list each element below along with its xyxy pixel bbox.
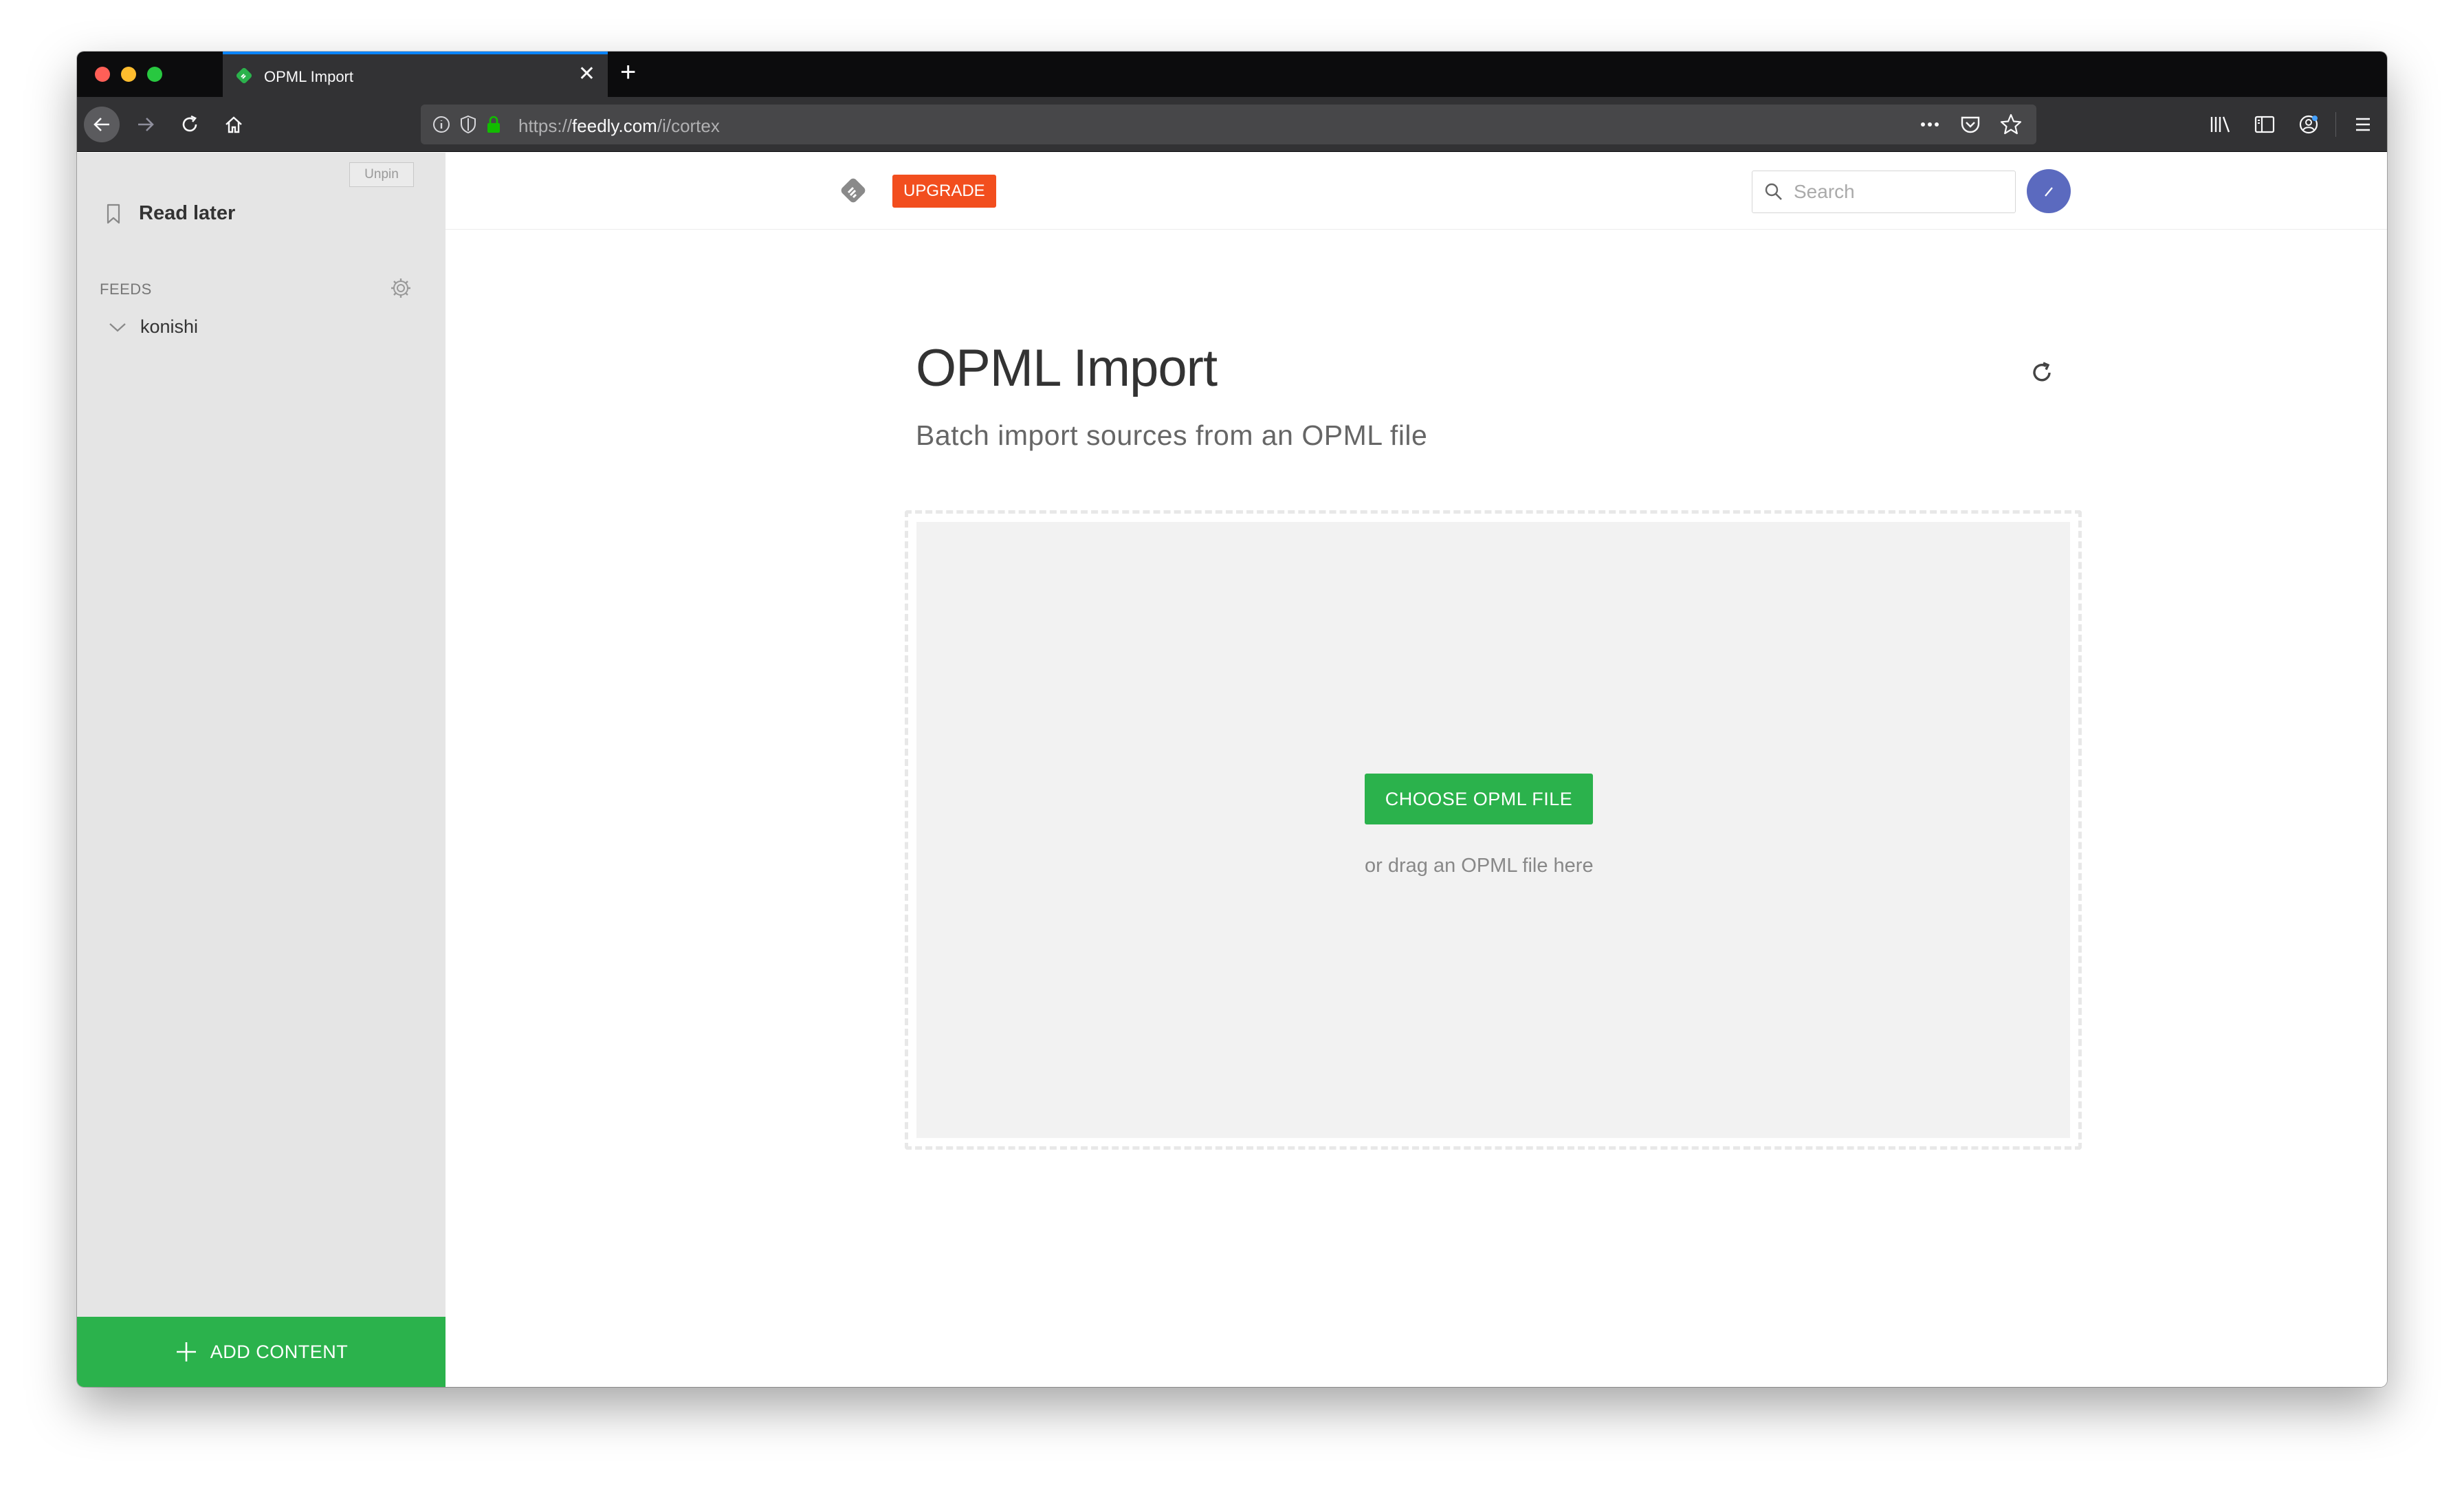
sidebar-icon bbox=[2254, 116, 2275, 133]
main-panel: UPGRADE OPML Import Batch import sources… bbox=[446, 153, 2387, 1387]
reload-button[interactable] bbox=[172, 107, 208, 142]
drag-hint: or drag an OPML file here bbox=[1365, 855, 1594, 877]
reload-icon bbox=[182, 115, 197, 132]
page-actions-icon[interactable] bbox=[1918, 113, 1942, 136]
pocket-icon[interactable] bbox=[1959, 113, 1981, 135]
maximize-window-button[interactable] bbox=[147, 67, 162, 82]
feedly-icon bbox=[235, 67, 253, 85]
sidebar: Unpin Read later FEEDS konishi ADD CONTE… bbox=[77, 153, 446, 1387]
url-scheme: https:// bbox=[518, 116, 573, 136]
account-icon bbox=[2299, 115, 2318, 134]
navigation-toolbar: https://feedly.com/i/cortex bbox=[77, 97, 2387, 152]
tracking-shield-icon[interactable] bbox=[459, 115, 477, 134]
feed-label: konishi bbox=[140, 316, 199, 337]
search-input[interactable] bbox=[1794, 181, 2000, 203]
close-window-button[interactable] bbox=[95, 67, 110, 82]
sidebar-item-konishi[interactable]: konishi bbox=[107, 316, 198, 338]
account-button[interactable] bbox=[2291, 107, 2326, 142]
back-button[interactable] bbox=[84, 107, 120, 142]
choose-opml-file-button[interactable]: CHOOSE OPML FILE bbox=[1365, 774, 1593, 824]
browser-tab[interactable]: OPML Import ✕ bbox=[223, 52, 608, 97]
minimize-window-button[interactable] bbox=[121, 67, 136, 82]
url-text: https://feedly.com/i/cortex bbox=[518, 116, 720, 137]
drop-zone-area[interactable]: CHOOSE OPML FILE or drag an OPML file he… bbox=[916, 522, 2070, 1138]
tab-title: OPML Import bbox=[264, 68, 353, 85]
bookmark-icon bbox=[107, 204, 120, 223]
star-bookmark-icon[interactable] bbox=[1999, 113, 2023, 136]
url-host: feedly.com bbox=[572, 116, 657, 136]
hamburger-menu-icon bbox=[2356, 118, 2370, 131]
add-content-button[interactable]: ADD CONTENT bbox=[77, 1317, 446, 1387]
back-arrow-icon bbox=[94, 118, 109, 131]
gear-icon[interactable] bbox=[389, 276, 412, 303]
page-content: Unpin Read later FEEDS konishi ADD CONTE… bbox=[77, 153, 2387, 1387]
search-field[interactable] bbox=[1752, 171, 2016, 213]
forward-button[interactable] bbox=[128, 107, 164, 142]
toolbar-separator bbox=[2335, 112, 2336, 137]
refresh-icon[interactable] bbox=[2028, 359, 2056, 390]
unpin-button[interactable]: Unpin bbox=[349, 162, 414, 187]
new-tab-icon[interactable]: + bbox=[620, 58, 636, 86]
library-button[interactable] bbox=[2203, 107, 2238, 142]
forward-arrow-icon bbox=[138, 118, 154, 131]
menu-button[interactable] bbox=[2346, 107, 2380, 142]
browser-window: OPML Import ✕ + https://feedly.com/i/cor… bbox=[77, 52, 2387, 1387]
lock-icon[interactable] bbox=[485, 115, 502, 134]
search-icon bbox=[1765, 183, 1782, 200]
page-title: OPML Import bbox=[916, 339, 1218, 397]
plus-icon bbox=[176, 1342, 196, 1361]
read-later-label: Read later bbox=[139, 202, 236, 224]
info-icon[interactable] bbox=[432, 115, 451, 134]
tab-strip: OPML Import ✕ + bbox=[77, 52, 2387, 97]
library-icon bbox=[2210, 116, 2230, 133]
sidebar-toggle-button[interactable] bbox=[2247, 107, 2282, 142]
home-icon bbox=[226, 116, 242, 133]
url-path: /i/cortex bbox=[657, 116, 720, 136]
feeds-header: FEEDS bbox=[100, 281, 152, 298]
page-subtitle: Batch import sources from an OPML file bbox=[916, 419, 1428, 451]
home-button[interactable] bbox=[216, 107, 252, 142]
address-bar[interactable]: https://feedly.com/i/cortex bbox=[421, 105, 2036, 144]
sidebar-item-read-later[interactable]: Read later bbox=[104, 202, 235, 225]
add-content-label: ADD CONTENT bbox=[210, 1341, 349, 1362]
user-avatar-icon bbox=[2045, 187, 2053, 197]
opml-drop-zone[interactable]: CHOOSE OPML FILE or drag an OPML file he… bbox=[905, 510, 2082, 1150]
avatar[interactable] bbox=[2027, 169, 2071, 213]
upgrade-button[interactable]: UPGRADE bbox=[892, 175, 996, 208]
top-bar: UPGRADE bbox=[446, 153, 2387, 230]
chevron-down-icon[interactable] bbox=[107, 320, 128, 334]
feedly-logo-icon[interactable] bbox=[837, 175, 869, 210]
close-tab-icon[interactable]: ✕ bbox=[578, 64, 595, 85]
